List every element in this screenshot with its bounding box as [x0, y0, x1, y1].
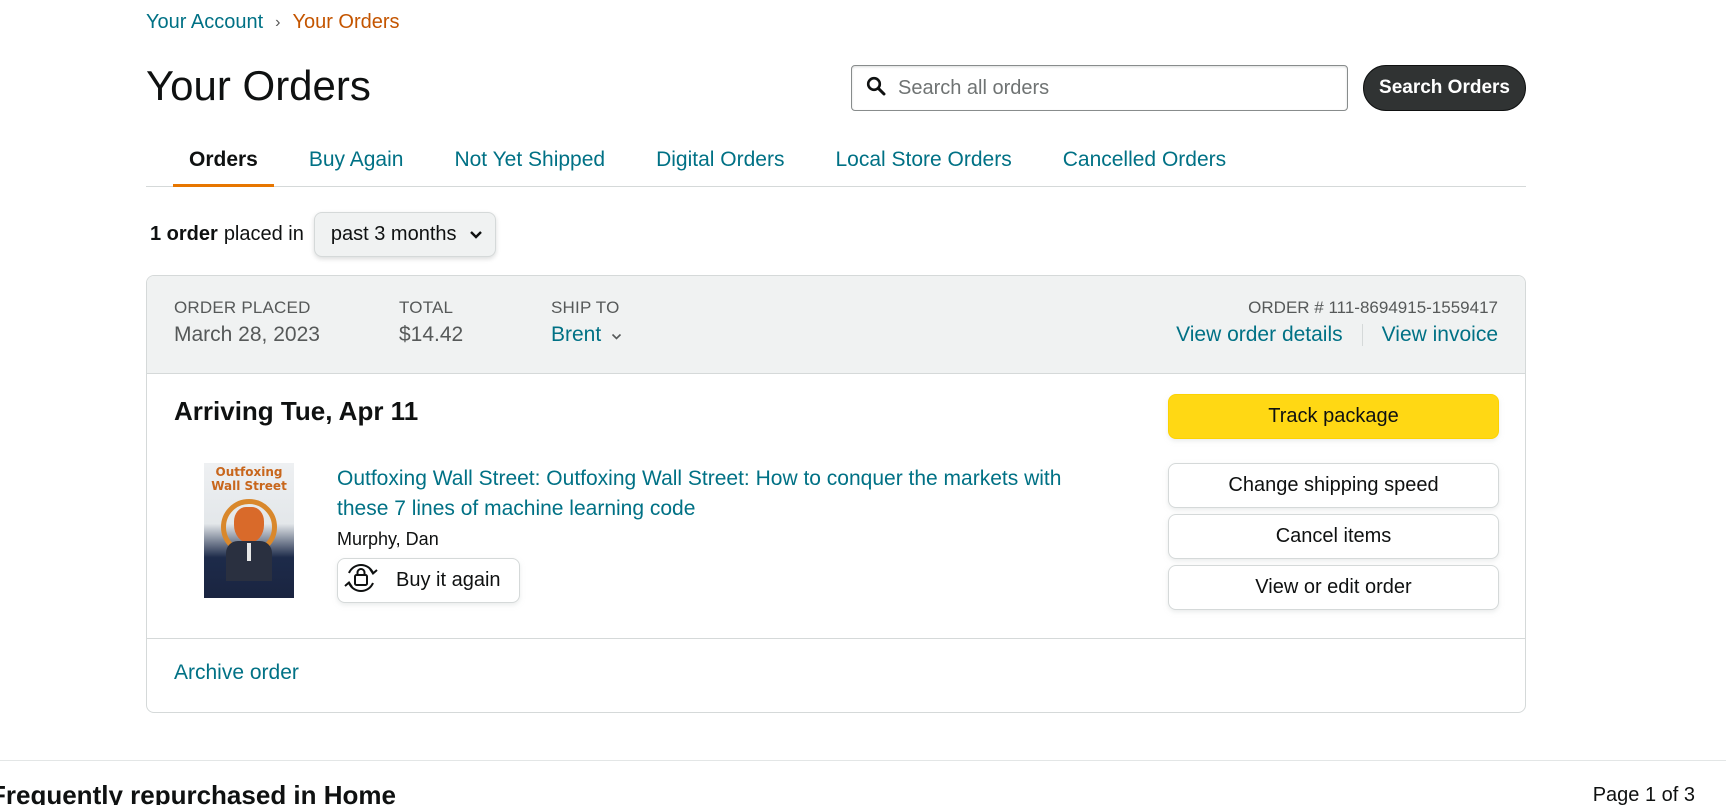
placed-in-label: placed in	[223, 223, 304, 245]
arrival-status: Arriving Tue, Apr 11	[174, 396, 419, 426]
cancel-items-button[interactable]: Cancel items	[1168, 514, 1499, 559]
cover-title: Outfoxing Wall Street	[211, 465, 287, 493]
order-footer: Archive order	[147, 639, 1525, 712]
breadcrumb-your-account[interactable]: Your Account	[146, 11, 263, 34]
order-placed-col: ORDER PLACED March 28, 2023	[174, 298, 320, 347]
buy-again-icon	[342, 559, 380, 603]
view-edit-order-button[interactable]: View or edit order	[1168, 565, 1499, 610]
tab-orders[interactable]: Orders	[173, 138, 274, 187]
product-author: Murphy, Dan	[337, 529, 439, 549]
page-title: Your Orders	[146, 62, 371, 109]
ship-to-label: SHIP TO	[551, 298, 620, 317]
change-shipping-speed-button[interactable]: Change shipping speed	[1168, 463, 1499, 508]
tab-cancelled-orders[interactable]: Cancelled Orders	[1063, 138, 1226, 187]
order-filter: 1 order placed in past 3 months	[150, 212, 496, 257]
chevron-down-icon	[611, 323, 622, 347]
order-actions: Track package Change shipping speed Canc…	[1168, 394, 1499, 610]
cover-fox	[234, 507, 264, 543]
search-box[interactable]	[851, 65, 1348, 111]
order-placed-label: ORDER PLACED	[174, 298, 311, 317]
buy-it-again-button[interactable]: Buy it again	[337, 558, 520, 603]
ship-to-col: SHIP TO Brent	[551, 298, 622, 347]
ship-to-name: Brent	[551, 323, 602, 346]
link-divider	[1361, 324, 1363, 346]
order-tabs: Orders Buy Again Not Yet Shipped Digital…	[146, 138, 1526, 187]
view-invoice-link[interactable]: View invoice	[1382, 323, 1498, 347]
order-number: ORDER # 111-8694915-1559417	[1248, 298, 1498, 317]
archive-order-link[interactable]: Archive order	[174, 661, 299, 685]
time-period-value: past 3 months	[330, 223, 457, 245]
order-card: ORDER PLACED March 28, 2023 TOTAL $14.42…	[146, 275, 1526, 713]
order-count: 1 order	[150, 223, 218, 245]
buy-it-again-label: Buy it again	[396, 569, 501, 591]
ship-to-dropdown[interactable]: Brent	[551, 323, 622, 347]
page-indicator: Page 1 of 3	[1592, 784, 1695, 805]
view-order-details-link[interactable]: View order details	[1176, 323, 1343, 347]
section-divider	[0, 760, 1726, 761]
search-orders-button[interactable]: Search Orders	[1363, 65, 1526, 111]
breadcrumb: Your Account › Your Orders	[146, 11, 400, 34]
tab-digital-orders[interactable]: Digital Orders	[656, 138, 784, 187]
tab-buy-again[interactable]: Buy Again	[309, 138, 404, 187]
cover-tie	[247, 543, 251, 561]
search-input[interactable]	[898, 76, 1338, 100]
order-number-col: ORDER # 111-8694915-1559417 View order d…	[1176, 298, 1498, 347]
order-total-label: TOTAL	[399, 298, 454, 317]
time-period-dropdown[interactable]: past 3 months	[313, 212, 496, 257]
tab-not-yet-shipped[interactable]: Not Yet Shipped	[454, 138, 605, 187]
order-total-col: TOTAL $14.42	[399, 298, 463, 347]
search-icon	[866, 76, 886, 101]
order-placed-date: March 28, 2023	[174, 323, 320, 346]
breadcrumb-separator: ›	[275, 13, 281, 31]
order-total-value: $14.42	[399, 323, 464, 346]
track-package-button[interactable]: Track package	[1168, 394, 1499, 439]
order-body: Arriving Tue, Apr 11 Outfoxing Wall Stre…	[147, 374, 1525, 639]
tab-local-store-orders[interactable]: Local Store Orders	[835, 138, 1011, 187]
product-image[interactable]: Outfoxing Wall Street	[204, 463, 294, 598]
chevron-down-icon	[469, 230, 483, 240]
recommendations-title: Frequently repurchased in Home	[0, 780, 396, 805]
order-header: ORDER PLACED March 28, 2023 TOTAL $14.42…	[147, 276, 1525, 374]
breadcrumb-your-orders[interactable]: Your Orders	[292, 11, 399, 34]
product-title-link[interactable]: Outfoxing Wall Street: Outfoxing Wall St…	[337, 464, 1097, 524]
